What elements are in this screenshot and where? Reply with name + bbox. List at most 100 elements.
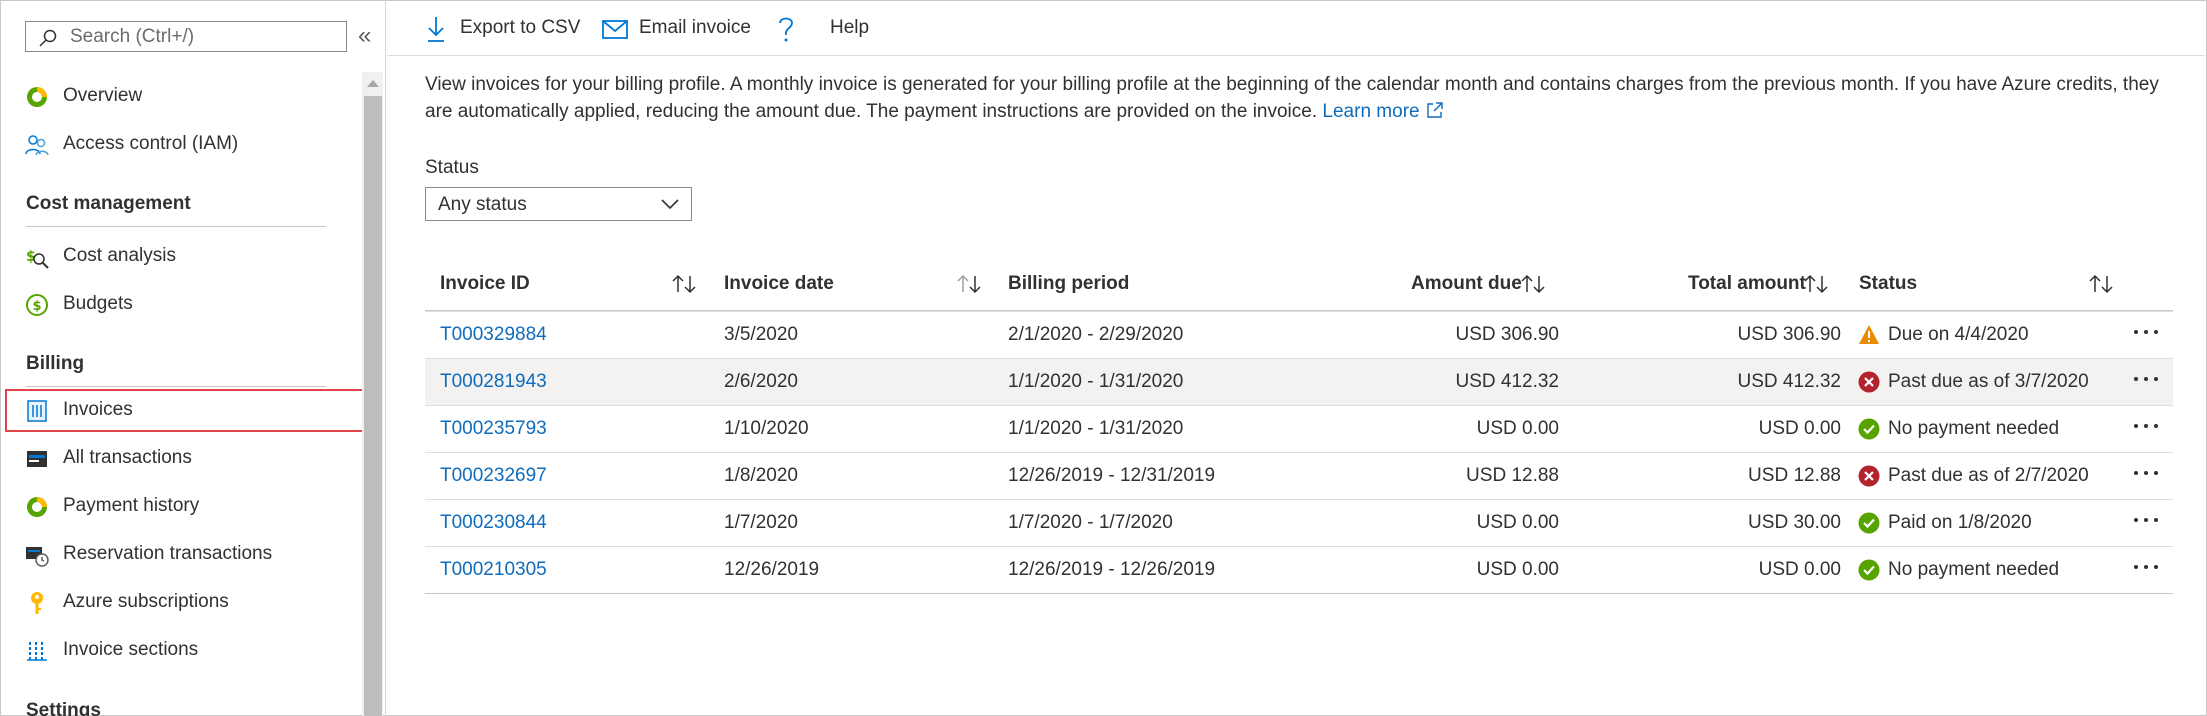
sidebar-item-label: Budgets bbox=[63, 293, 133, 314]
invoice-id-link[interactable]: T000210305 bbox=[440, 559, 547, 581]
sidebar-item-label: Overview bbox=[63, 85, 143, 106]
status-text: Past due as of 2/7/2020 bbox=[1888, 465, 2089, 486]
learn-more-link[interactable]: Learn more bbox=[1322, 101, 1419, 122]
sidebar-item-overview[interactable]: Overview bbox=[0, 75, 370, 119]
success-icon bbox=[1858, 559, 1880, 581]
invoice-id-link[interactable]: T000329884 bbox=[440, 324, 547, 346]
svg-text:$: $ bbox=[33, 299, 42, 314]
table-row[interactable]: T000235793 1/10/2020 1/1/2020 - 1/31/202… bbox=[425, 405, 2173, 452]
sort-icon[interactable] bbox=[2087, 272, 2117, 296]
invoice-id-link[interactable]: T000281943 bbox=[440, 371, 547, 393]
overview-icon bbox=[27, 87, 47, 107]
toolbar-divider bbox=[387, 55, 2205, 56]
success-icon bbox=[1858, 418, 1880, 440]
sidebar-item-label: Azure subscriptions bbox=[63, 591, 229, 612]
invoice-sections-icon bbox=[27, 642, 47, 661]
table-row[interactable]: T000329884 3/5/2020 2/1/2020 - 2/29/2020… bbox=[425, 311, 2173, 358]
sidebar-item-budgets[interactable]: $ Budgets bbox=[0, 283, 370, 327]
sidebar-scrollbar[interactable] bbox=[362, 72, 383, 716]
more-actions-button[interactable] bbox=[2132, 320, 2164, 344]
billing-period: 12/26/2019 - 12/31/2019 bbox=[1008, 465, 1216, 486]
help-icon bbox=[779, 17, 793, 42]
header-status[interactable]: Status bbox=[1859, 273, 1917, 295]
key-icon bbox=[31, 592, 43, 614]
payment-history-icon bbox=[27, 497, 47, 517]
amount-due: USD 12.88 bbox=[1466, 465, 1559, 486]
invoice-id-link[interactable]: T000230844 bbox=[440, 512, 547, 534]
amount-due: USD 306.90 bbox=[1455, 324, 1559, 345]
collapse-sidebar-button[interactable]: « bbox=[358, 22, 382, 50]
invoice-date: 2/6/2020 bbox=[724, 371, 798, 392]
header-invoice-date[interactable]: Invoice date bbox=[724, 273, 834, 295]
scroll-thumb[interactable] bbox=[364, 96, 382, 716]
billing-period: 12/26/2019 - 12/26/2019 bbox=[1008, 559, 1216, 580]
more-actions-button[interactable] bbox=[2132, 461, 2164, 485]
sidebar-item-label: Cost analysis bbox=[63, 245, 176, 266]
sidebar-item-cost-analysis[interactable]: $ Cost analysis bbox=[0, 235, 370, 279]
chevron-down-icon bbox=[661, 199, 679, 210]
billing-period: 1/7/2020 - 1/7/2020 bbox=[1008, 512, 1173, 533]
header-invoice-id[interactable]: Invoice ID bbox=[440, 273, 530, 295]
more-actions-button[interactable] bbox=[2132, 555, 2164, 579]
search-box[interactable] bbox=[25, 21, 347, 52]
amount-due: USD 0.00 bbox=[1476, 512, 1559, 533]
sort-icon[interactable] bbox=[670, 272, 700, 296]
sidebar-item-access-control[interactable]: Access control (IAM) bbox=[0, 123, 370, 167]
sidebar-item-label: Access control (IAM) bbox=[63, 133, 239, 154]
invoice-date: 1/10/2020 bbox=[724, 418, 809, 439]
amount-due: USD 0.00 bbox=[1476, 418, 1559, 439]
search-input[interactable] bbox=[70, 25, 340, 48]
sidebar-item-azure-subscriptions[interactable]: Azure subscriptions bbox=[0, 581, 370, 625]
mail-icon bbox=[602, 20, 628, 39]
sort-icon[interactable] bbox=[1519, 272, 1549, 296]
sidebar-item-invoice-sections[interactable]: Invoice sections bbox=[0, 629, 370, 673]
external-link-icon[interactable] bbox=[1426, 101, 1444, 119]
section-title-settings: Settings bbox=[26, 700, 101, 716]
billing-period: 2/1/2020 - 2/29/2020 bbox=[1008, 324, 1184, 345]
help-button[interactable]: Help bbox=[776, 15, 869, 49]
sidebar-item-label: Reservation transactions bbox=[63, 543, 273, 564]
header-billing-period[interactable]: Billing period bbox=[1008, 273, 1129, 295]
invoice-date: 12/26/2019 bbox=[724, 559, 820, 580]
table-row[interactable]: T000281943 2/6/2020 1/1/2020 - 1/31/2020… bbox=[425, 358, 2173, 405]
header-total-amount[interactable]: Total amount bbox=[1688, 273, 1806, 295]
table-row[interactable]: T000232697 1/8/2020 12/26/2019 - 12/31/2… bbox=[425, 452, 2173, 499]
sort-icon[interactable] bbox=[955, 272, 985, 296]
export-csv-button[interactable]: Export to CSV bbox=[425, 15, 585, 49]
more-actions-button[interactable] bbox=[2132, 367, 2164, 391]
more-actions-button[interactable] bbox=[2132, 414, 2164, 438]
header-amount-due[interactable]: Amount due bbox=[1411, 273, 1522, 295]
amount-due: USD 412.32 bbox=[1455, 371, 1559, 392]
sidebar-item-reservation-transactions[interactable]: Reservation transactions bbox=[0, 533, 370, 577]
more-actions-button[interactable] bbox=[2132, 508, 2164, 532]
status-text: Paid on 1/8/2020 bbox=[1888, 512, 2032, 533]
invoice-date: 1/7/2020 bbox=[724, 512, 798, 533]
cost-analysis-icon: $ bbox=[26, 249, 49, 269]
error-icon bbox=[1858, 465, 1880, 487]
scroll-up-arrow-icon[interactable] bbox=[367, 80, 379, 87]
success-icon bbox=[1858, 512, 1880, 534]
table-row[interactable]: T000210305 12/26/2019 12/26/2019 - 12/26… bbox=[425, 546, 2173, 593]
status-filter-dropdown[interactable]: Any status bbox=[425, 187, 692, 221]
error-icon bbox=[1858, 371, 1880, 393]
invoice-date: 3/5/2020 bbox=[724, 324, 798, 345]
transactions-icon bbox=[27, 451, 47, 467]
invoice-id-link[interactable]: T000235793 bbox=[440, 418, 547, 440]
help-label: Help bbox=[830, 17, 870, 38]
sidebar-item-payment-history[interactable]: Payment history bbox=[0, 485, 370, 529]
invoice-date: 1/8/2020 bbox=[724, 465, 798, 486]
search-icon bbox=[39, 29, 57, 47]
email-invoice-button[interactable]: Email invoice bbox=[602, 15, 762, 49]
status-text: Due on 4/4/2020 bbox=[1888, 324, 2029, 345]
download-icon bbox=[428, 17, 444, 42]
total-amount: USD 0.00 bbox=[1758, 418, 1841, 439]
sidebar-item-label: All transactions bbox=[63, 447, 192, 468]
invoice-id-link[interactable]: T000232697 bbox=[440, 465, 547, 487]
status-filter-value: Any status bbox=[438, 194, 527, 215]
sort-icon[interactable] bbox=[1802, 272, 1832, 296]
sidebar-item-all-transactions[interactable]: All transactions bbox=[0, 437, 370, 481]
email-label: Email invoice bbox=[639, 17, 751, 38]
section-divider bbox=[26, 226, 326, 227]
status-filter-label: Status bbox=[425, 157, 479, 178]
table-row[interactable]: T000230844 1/7/2020 1/7/2020 - 1/7/2020 … bbox=[425, 499, 2173, 546]
